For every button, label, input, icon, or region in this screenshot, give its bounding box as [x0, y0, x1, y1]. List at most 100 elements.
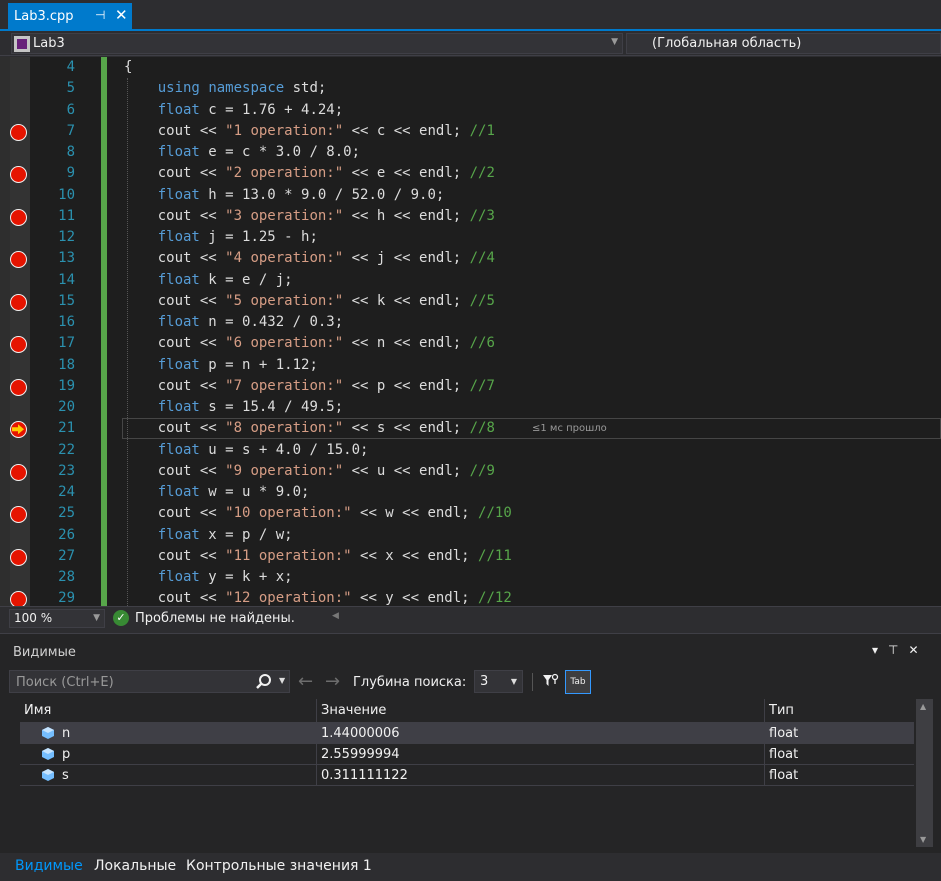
code-line[interactable]: 16 float n = 0.432 / 0.3;	[0, 312, 941, 333]
code-line[interactable]: 23 cout << "9 operation:" << u << endl; …	[0, 461, 941, 482]
code-text[interactable]: float w = u * 9.0;	[124, 482, 310, 503]
code-text[interactable]: cout << "1 operation:" << c << endl; //1	[124, 121, 495, 142]
code-editor[interactable]: 4{5 using namespace std; 6 float c = 1.76…	[0, 57, 941, 606]
issues-status[interactable]: Проблемы не найдены.	[135, 611, 295, 626]
code-line[interactable]: 20 float s = 15.4 / 49.5;	[0, 397, 941, 418]
breakpoint-icon[interactable]	[10, 548, 27, 566]
code-line[interactable]: 15 cout << "5 operation:" << k << endl; …	[0, 291, 941, 312]
tab-watch-1[interactable]: Контрольные значения 1	[186, 858, 372, 874]
scroll-down-icon[interactable]: ▼	[920, 835, 926, 844]
table-row[interactable]: n 1.44000006 float	[20, 723, 914, 744]
tab-autos[interactable]: Видимые	[15, 858, 83, 874]
table-row[interactable]: p 2.55999994 float	[20, 744, 914, 765]
tab-toggle-button[interactable]: Tab	[565, 670, 591, 694]
breakpoint-icon[interactable]	[10, 251, 27, 269]
cell-value[interactable]: 2.55999994	[317, 744, 765, 765]
execution-arrow-icon[interactable]	[10, 421, 27, 439]
breakpoint-icon[interactable]	[10, 293, 27, 311]
dropdown-icon[interactable]: ▾	[872, 643, 878, 657]
breakpoint-icon[interactable]	[10, 123, 27, 141]
breakpoint-icon[interactable]	[10, 336, 27, 354]
arrow-left-icon[interactable]: ←	[298, 671, 313, 692]
code-line[interactable]: 17 cout << "6 operation:" << n << endl; …	[0, 333, 941, 354]
code-text[interactable]: float k = e / j;	[124, 270, 293, 291]
code-text[interactable]: cout << "8 operation:" << s << endl; //8	[124, 418, 495, 439]
scope-dropdown[interactable]: (Глобальная область)	[626, 33, 941, 54]
code-line[interactable]: 5 using namespace std;	[0, 78, 941, 99]
code-text[interactable]: cout << "11 operation:" << x << endl; //…	[124, 546, 512, 567]
code-text[interactable]: float e = c * 3.0 / 8.0;	[124, 142, 360, 163]
code-line[interactable]: 26 float x = p / w;	[0, 525, 941, 546]
close-icon[interactable]: ✕	[115, 6, 128, 24]
chevron-down-icon[interactable]: ▼	[279, 676, 285, 685]
project-dropdown[interactable]: Lab3 ▼	[11, 33, 623, 54]
code-line[interactable]: 4{	[0, 57, 941, 78]
code-line[interactable]: 12 float j = 1.25 - h;	[0, 227, 941, 248]
code-text[interactable]: cout << "6 operation:" << n << endl; //6	[124, 333, 495, 354]
close-icon[interactable]: ✕	[908, 643, 918, 657]
code-text[interactable]: float u = s + 4.0 / 15.0;	[124, 440, 369, 461]
code-text[interactable]: cout << "3 operation:" << h << endl; //3	[124, 206, 495, 227]
code-line[interactable]: 29 cout << "12 operation:" << y << endl;…	[0, 588, 941, 606]
code-text[interactable]: cout << "2 operation:" << e << endl; //2	[124, 163, 495, 184]
tab-lab3-cpp[interactable]: Lab3.cpp ⊣ ✕	[8, 3, 132, 30]
code-text[interactable]: float p = n + 1.12;	[124, 355, 318, 376]
breakpoint-icon[interactable]	[10, 166, 27, 184]
code-line[interactable]: 27 cout << "11 operation:" << x << endl;…	[0, 546, 941, 567]
column-header-value[interactable]: Значение	[317, 699, 765, 723]
code-text[interactable]: float s = 15.4 / 49.5;	[124, 397, 343, 418]
table-row[interactable]: s 0.311111122 float	[20, 765, 914, 786]
breakpoint-icon[interactable]	[10, 378, 27, 396]
breakpoint-icon[interactable]	[10, 591, 27, 606]
code-line[interactable]: 10 float h = 13.0 * 9.0 / 52.0 / 9.0;	[0, 185, 941, 206]
code-line[interactable]: 22 float u = s + 4.0 / 15.0;	[0, 440, 941, 461]
code-text[interactable]: float n = 0.432 / 0.3;	[124, 312, 343, 333]
code-line[interactable]: 28 float y = k + x;	[0, 567, 941, 588]
code-text[interactable]: {	[124, 57, 132, 78]
code-text[interactable]: cout << "10 operation:" << w << endl; //…	[124, 503, 512, 524]
arrow-right-icon[interactable]: →	[325, 671, 340, 692]
depth-dropdown[interactable]: 3 ▼	[474, 670, 523, 693]
breakpoint-icon[interactable]	[10, 208, 27, 226]
code-text[interactable]: float h = 13.0 * 9.0 / 52.0 / 9.0;	[124, 185, 445, 206]
code-text[interactable]: cout << "4 operation:" << j << endl; //4	[124, 248, 495, 269]
code-line[interactable]: 13 cout << "4 operation:" << j << endl; …	[0, 248, 941, 269]
code-line[interactable]: 9 cout << "2 operation:" << e << endl; /…	[0, 163, 941, 184]
code-line[interactable]: 6 float c = 1.76 + 4.24;	[0, 100, 941, 121]
pin-icon[interactable]: ⊤	[888, 643, 898, 657]
code-text[interactable]: float c = 1.76 + 4.24;	[124, 100, 343, 121]
search-icon[interactable]	[255, 673, 273, 691]
cell-value[interactable]: 1.44000006	[317, 723, 765, 744]
zoom-dropdown[interactable]: 100 % ▼	[9, 609, 105, 628]
code-text[interactable]: float x = p / w;	[124, 525, 293, 546]
code-line[interactable]: 8 float e = c * 3.0 / 8.0;	[0, 142, 941, 163]
code-line[interactable]: 19 cout << "7 operation:" << p << endl; …	[0, 376, 941, 397]
scroll-left-icon[interactable]: ◀	[332, 611, 339, 621]
code-line[interactable]: 11 cout << "3 operation:" << h << endl; …	[0, 206, 941, 227]
column-header-type[interactable]: Тип	[765, 699, 914, 723]
code-text[interactable]: using namespace std;	[124, 78, 327, 99]
search-input[interactable]: Поиск (Ctrl+E) ▼	[9, 670, 290, 693]
pin-icon[interactable]: ⊣	[95, 8, 105, 22]
pin-filter-icon[interactable]	[541, 672, 559, 690]
code-line[interactable]: 14 float k = e / j;	[0, 270, 941, 291]
cell-value[interactable]: 0.311111122	[317, 765, 765, 786]
code-line[interactable]: 7 cout << "1 operation:" << c << endl; /…	[0, 121, 941, 142]
code-text[interactable]: float y = k + x;	[124, 567, 293, 588]
code-text[interactable]: cout << "9 operation:" << u << endl; //9	[124, 461, 495, 482]
column-header-name[interactable]: Имя	[20, 699, 317, 723]
grid-scrollbar[interactable]: ▲ ▼	[916, 699, 933, 847]
code-text[interactable]: cout << "12 operation:" << y << endl; //…	[124, 588, 512, 606]
tab-locals[interactable]: Локальные	[94, 858, 176, 874]
scroll-up-icon[interactable]: ▲	[920, 702, 926, 711]
code-text[interactable]: float j = 1.25 - h;	[124, 227, 318, 248]
code-text[interactable]: cout << "7 operation:" << p << endl; //7	[124, 376, 495, 397]
code-line[interactable]: 18 float p = n + 1.12;	[0, 355, 941, 376]
code-text[interactable]: cout << "5 operation:" << k << endl; //5	[124, 291, 495, 312]
code-line[interactable]: 21 cout << "8 operation:" << s << endl; …	[0, 418, 941, 440]
perf-tip[interactable]: ≤1 мс прошло	[532, 423, 607, 434]
code-line[interactable]: 25 cout << "10 operation:" << w << endl;…	[0, 503, 941, 524]
breakpoint-icon[interactable]	[10, 506, 27, 524]
code-line[interactable]: 24 float w = u * 9.0;	[0, 482, 941, 503]
breakpoint-icon[interactable]	[10, 463, 27, 481]
